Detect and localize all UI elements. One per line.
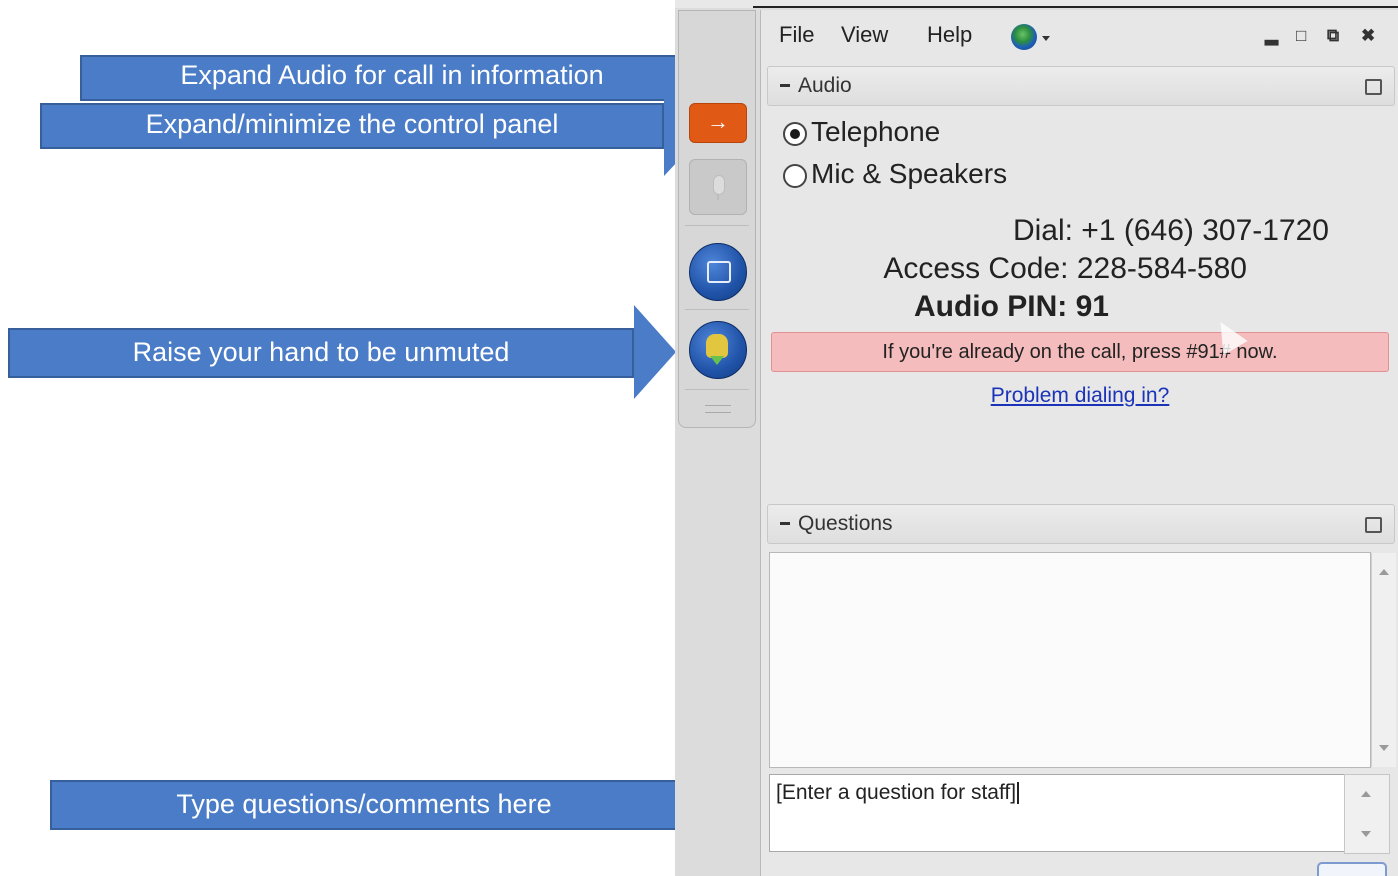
telephone-option[interactable]: Telephone xyxy=(783,116,940,148)
side-control-strip: → xyxy=(678,10,756,428)
questions-log-scrollbar[interactable] xyxy=(1371,553,1396,767)
scroll-up-icon[interactable] xyxy=(1379,569,1389,575)
collapse-icon[interactable] xyxy=(780,522,790,525)
microphone-icon xyxy=(713,175,725,195)
divider xyxy=(685,225,749,226)
audio-section-header[interactable]: Audio xyxy=(767,66,1395,106)
access-code-row: Access Code: 228-584-580 xyxy=(761,252,1247,286)
callout-arrowhead xyxy=(634,305,676,399)
scroll-down-icon[interactable] xyxy=(1361,831,1371,837)
question-input-value: [Enter a question for staff] xyxy=(776,781,1017,804)
control-panel: File View Help ▂ □ ⧉ ✖ Audio Telephone M… xyxy=(760,10,1398,876)
questions-section-header[interactable]: Questions xyxy=(767,504,1395,544)
mic-speakers-label: Mic & Speakers xyxy=(811,158,1008,189)
minimize-button[interactable]: ▂ xyxy=(1265,26,1278,46)
expand-collapse-panel-button[interactable]: → xyxy=(689,103,747,143)
divider xyxy=(685,309,749,310)
access-code-value: 228-584-580 xyxy=(1076,252,1247,285)
popout-icon[interactable] xyxy=(1365,517,1382,533)
screen-share-icon xyxy=(707,261,731,283)
drag-grip-handle[interactable] xyxy=(705,405,731,413)
audio-pin-value: 91 xyxy=(1075,290,1109,323)
raise-hand-icon xyxy=(706,334,728,358)
audio-pin-label: Audio PIN: xyxy=(913,290,1068,323)
close-button[interactable]: ✖ xyxy=(1361,26,1375,46)
mic-speakers-radio[interactable] xyxy=(783,163,807,188)
callout-label: Raise your hand to be unmuted xyxy=(132,337,510,367)
telephone-label: Telephone xyxy=(811,116,941,147)
problem-dialing-link[interactable]: Problem dialing in? xyxy=(761,384,1398,408)
audio-section-title: Audio xyxy=(798,74,852,97)
question-input-scrollbar[interactable] xyxy=(1344,774,1390,854)
raise-hand-arrow xyxy=(710,356,724,365)
popout-button[interactable]: ⧉ xyxy=(1327,26,1339,46)
window-top-edge xyxy=(675,0,1398,8)
microphone-stand xyxy=(717,194,719,200)
text-caret xyxy=(1017,782,1020,805)
audio-pin-row: Audio PIN: 91 xyxy=(761,290,1109,324)
globe-icon[interactable] xyxy=(1011,24,1037,50)
screen-share-button[interactable] xyxy=(689,243,747,301)
menu-help[interactable]: Help xyxy=(927,22,972,48)
callout-label: Type questions/comments here xyxy=(176,789,552,819)
menu-file[interactable]: File xyxy=(779,22,814,48)
scroll-up-icon[interactable] xyxy=(1361,791,1371,797)
questions-section-title: Questions xyxy=(798,512,893,535)
webinar-control-panel-screenshot: → File View Help ▂ □ ⧉ ✖ Audio Telephone… xyxy=(675,0,1398,876)
dial-row: Dial: +1 (646) 307-1720 xyxy=(761,214,1329,248)
callout-questions: Type questions/comments here xyxy=(50,757,718,855)
callout-expand-panel: Expand/minimize the control panel xyxy=(40,78,712,176)
restore-button[interactable]: □ xyxy=(1296,26,1306,46)
microphone-button[interactable] xyxy=(689,159,747,215)
scroll-down-icon[interactable] xyxy=(1379,745,1389,751)
audio-section-body: Telephone Mic & Speakers Dial: +1 (646) … xyxy=(761,110,1398,490)
questions-log[interactable] xyxy=(769,552,1396,768)
mic-speakers-option[interactable]: Mic & Speakers xyxy=(783,158,1007,190)
popout-icon[interactable] xyxy=(1365,79,1382,95)
chevron-down-icon[interactable] xyxy=(1042,36,1050,41)
telephone-radio[interactable] xyxy=(783,121,807,146)
callout-raise-hand: Raise your hand to be unmuted xyxy=(8,305,680,399)
raise-hand-button[interactable] xyxy=(689,321,747,379)
collapse-icon[interactable] xyxy=(780,84,790,87)
dial-label: Dial: xyxy=(1012,214,1073,247)
menu-bar: File View Help ▂ □ ⧉ ✖ xyxy=(761,10,1398,56)
menu-view[interactable]: View xyxy=(841,22,888,48)
divider xyxy=(685,389,749,390)
question-input-text: [Enter a question for staff] xyxy=(776,781,1020,805)
send-button[interactable] xyxy=(1317,862,1387,876)
pin-instruction-banner: If you're already on the call, press #91… xyxy=(771,332,1389,372)
access-code-label: Access Code: xyxy=(883,252,1069,285)
dial-number: +1 (646) 307-1720 xyxy=(1081,214,1329,247)
question-input[interactable]: [Enter a question for staff] xyxy=(769,774,1345,852)
callout-label: Expand/minimize the control panel xyxy=(145,109,559,139)
